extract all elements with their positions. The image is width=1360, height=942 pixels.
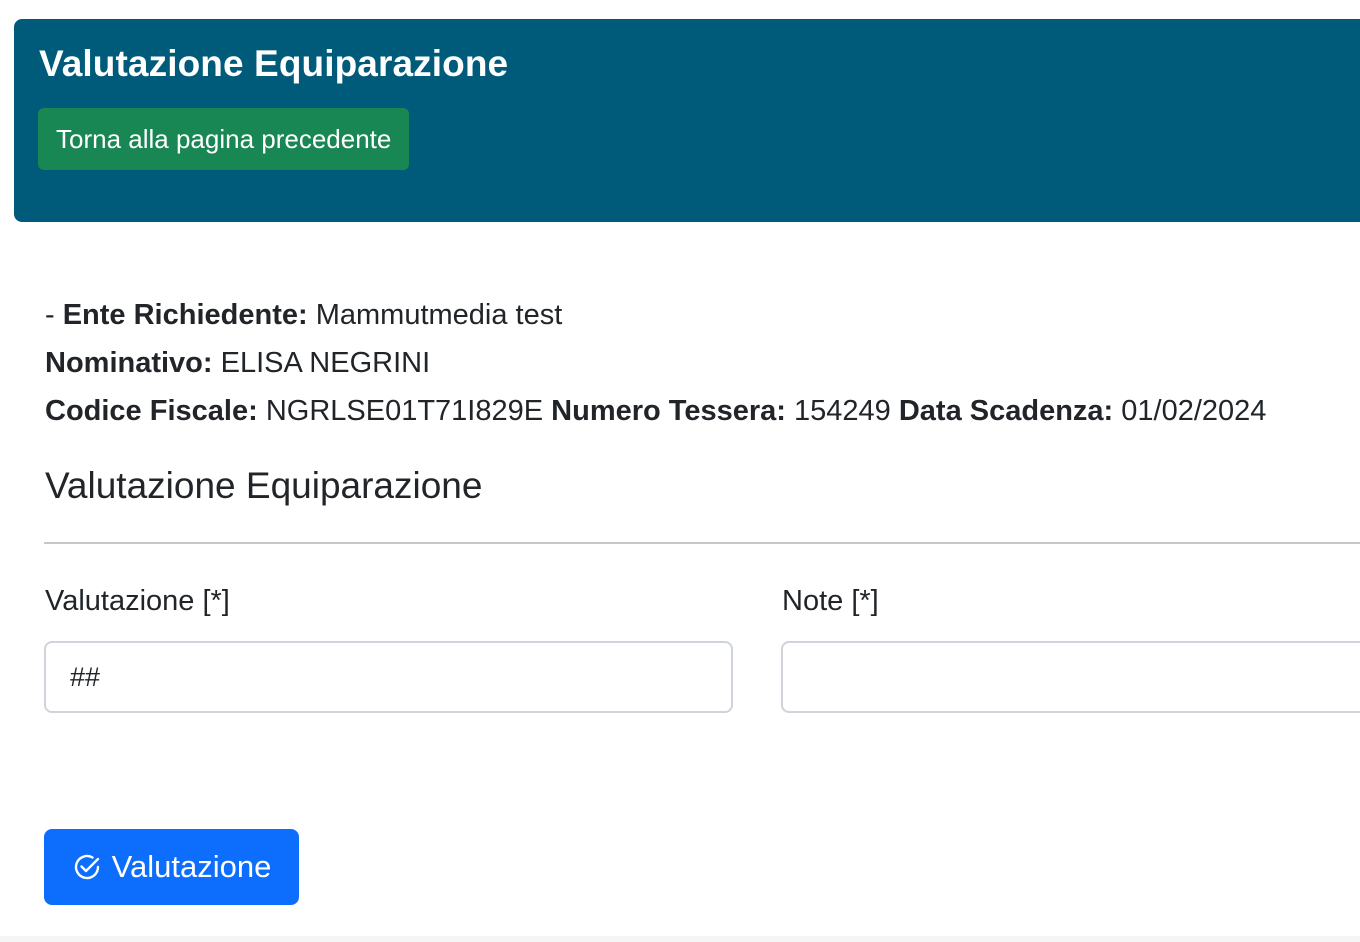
- note-label: Note [*]: [782, 585, 879, 617]
- numero-tessera-label: Numero Tessera:: [551, 395, 786, 427]
- ente-row: - Ente Richiedente: Mammutmedia test: [45, 291, 1266, 339]
- page-header: Valutazione Equiparazione Torna alla pag…: [14, 19, 1360, 222]
- nominativo-row: Nominativo: ELISA NEGRINI: [45, 339, 1266, 387]
- nominativo-label: Nominativo:: [45, 347, 213, 379]
- note-input[interactable]: [781, 641, 1360, 713]
- ente-value: Mammutmedia test: [315, 299, 563, 331]
- member-details: - Ente Richiedente: Mammutmedia test Nom…: [45, 291, 1266, 435]
- data-scadenza-label: Data Scadenza:: [898, 395, 1114, 427]
- page-title: Valutazione Equiparazione: [39, 43, 509, 84]
- ente-label: Ente Richiedente:: [62, 299, 308, 331]
- codice-row: Codice Fiscale: NGRLSE01T71I829E Numero …: [45, 387, 1266, 435]
- section-title: Valutazione Equiparazione: [45, 465, 483, 506]
- codice-fiscale-label: Codice Fiscale:: [45, 395, 258, 427]
- submit-label: Valutazione: [111, 849, 272, 884]
- data-scadenza-value: 01/02/2024: [1121, 395, 1267, 427]
- page: Valutazione Equiparazione Torna alla pag…: [0, 0, 1360, 936]
- valutazione-label: Valutazione [*]: [45, 585, 230, 617]
- numero-tessera-value: 154249: [794, 395, 891, 427]
- submit-valutazione-button[interactable]: Valutazione: [44, 829, 299, 905]
- section-divider: [44, 542, 1360, 544]
- nominativo-value: ELISA NEGRINI: [220, 347, 431, 379]
- check-circle-icon: [72, 852, 102, 882]
- codice-fiscale-value: NGRLSE01T71I829E: [265, 395, 544, 427]
- back-button[interactable]: Torna alla pagina precedente: [38, 108, 410, 170]
- valutazione-input[interactable]: [44, 641, 733, 713]
- ente-prefix: -: [45, 299, 63, 331]
